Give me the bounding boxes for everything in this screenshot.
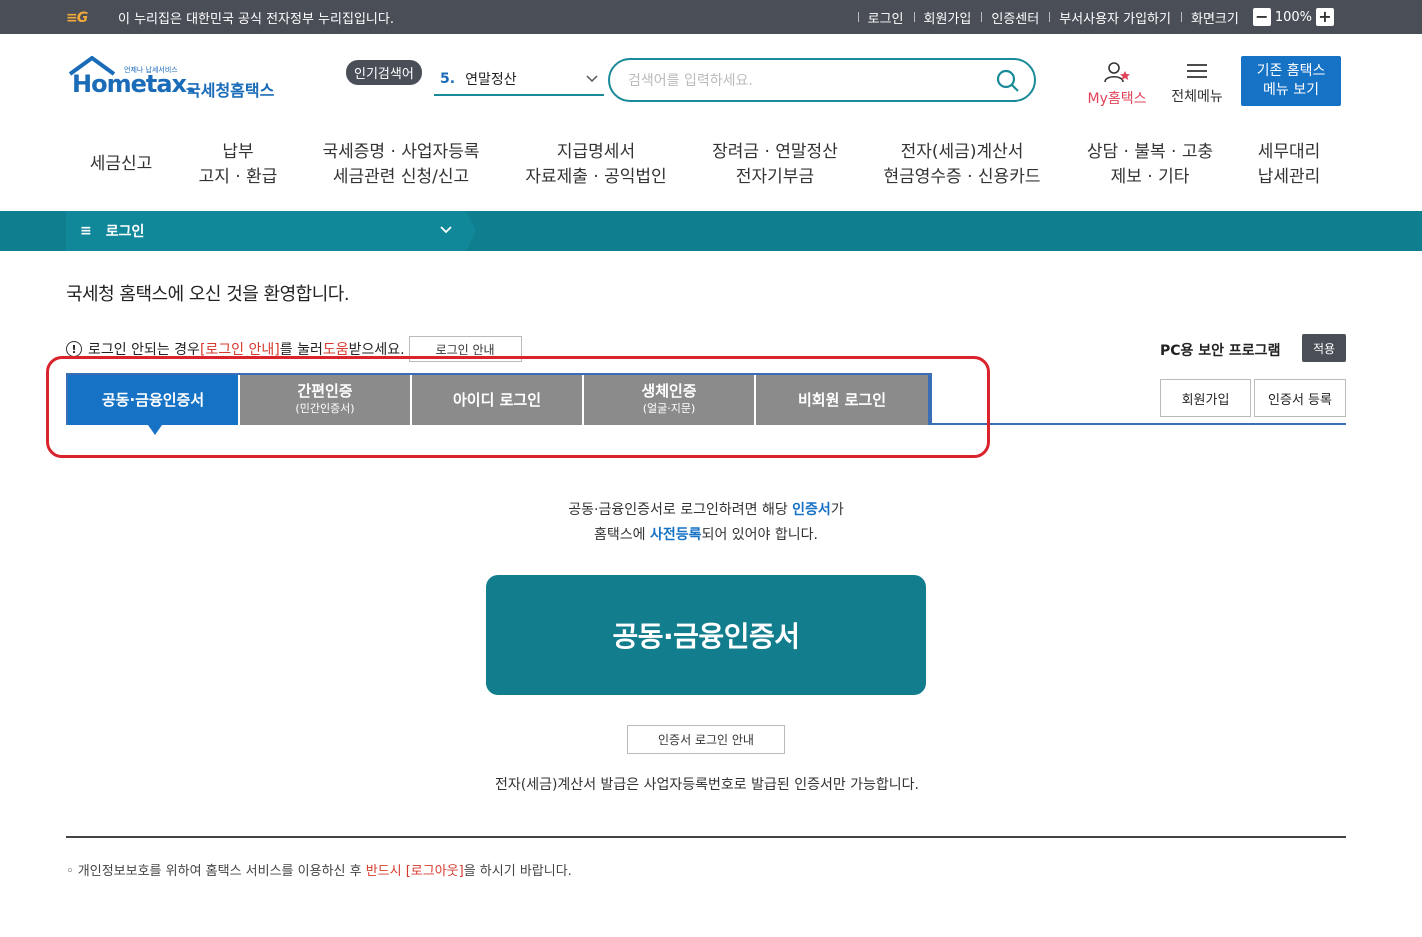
zoom-out-button[interactable]: −	[1252, 8, 1271, 26]
desc-text: 가	[830, 502, 844, 518]
my-hometax-label: My홈택스	[1087, 91, 1147, 107]
gnb-certificate-registration[interactable]: 국세증명 · 사업자등록 세금관련 신청/신고	[316, 140, 486, 190]
desc-text: 되어 있어야 합니다.	[701, 527, 818, 543]
hometax-logo[interactable]: 언제나 납세서비스 Hometax. 국세청홈택스	[66, 56, 286, 106]
zoom-value: 100%	[1274, 9, 1312, 25]
privacy-logout-text: 반드시 [로그아웃]	[365, 864, 464, 879]
location-current-label: 로그인	[105, 224, 145, 240]
popular-term: 연말정산	[465, 72, 517, 88]
popular-search: 인기검색어	[346, 60, 422, 85]
search-icon[interactable]	[996, 69, 1020, 97]
gnb-tax-report[interactable]: 세금신고	[88, 152, 154, 177]
popular-search-badge: 인기검색어	[346, 60, 422, 85]
gnb-item-sublabel: 자료제출 · 공익법인	[525, 167, 667, 187]
joint-financial-cert-login-button[interactable]: 공동·금융인증서	[486, 575, 926, 695]
top-utility-bar: ≡G 이 누리집은 대한민국 공식 전자정부 누리집입니다. 로그인 회원가입 …	[0, 0, 1422, 34]
gnb-item-label: 세무대리	[1257, 142, 1321, 162]
gnb-consultation[interactable]: 상담 · 불복 · 고충 제보 · 기타	[1080, 140, 1220, 190]
gnb-item-label: 장려금 · 연말정산	[712, 142, 838, 162]
gov-notice: ≡G 이 누리집은 대한민국 공식 전자정부 누리집입니다.	[66, 8, 394, 28]
gnb-item-sublabel: 세금관련 신청/신고	[332, 167, 470, 187]
gnb-item-sublabel: 고지 · 환급	[198, 167, 278, 187]
all-menu-label: 전체메뉴	[1171, 89, 1223, 105]
desc-text: 홈택스에	[594, 527, 651, 543]
old-menu-line1: 기존 홈택스	[1256, 63, 1326, 79]
popular-rank: 5.	[440, 71, 456, 87]
zoom-in-button[interactable]: +	[1316, 8, 1334, 26]
all-menu-button[interactable]: 전체메뉴	[1165, 60, 1229, 106]
gnb-item-label: 지급명세서	[556, 142, 636, 162]
util-join-link[interactable]: 회원가입	[913, 8, 982, 27]
gnb-item-sublabel: 납세관리	[1257, 167, 1321, 187]
logo-korean-text: 국세청홈택스	[186, 81, 275, 100]
desc-text: 공동·금융인증서로 로그인하려면 해당	[568, 502, 793, 518]
gnb-item-label: 납부	[222, 142, 254, 162]
gnb-item-sublabel: 현금영수증 · 신용카드	[883, 167, 1041, 187]
chevron-down-icon	[440, 223, 452, 237]
desc-highlight: 사전등록	[650, 527, 702, 543]
tab-underline	[932, 423, 1346, 425]
gnb-payment[interactable]: 납부 고지 · 환급	[188, 140, 288, 190]
hamburger-menu-icon	[1187, 64, 1207, 78]
pc-security-apply-button[interactable]: 적용	[1302, 334, 1346, 362]
gov-notice-text: 이 누리집은 대한민국 공식 전자정부 누리집입니다.	[118, 12, 394, 27]
gnb-item-label: 전자(세금)계산서	[900, 142, 1024, 162]
egov-logo-icon: ≡G	[66, 9, 88, 26]
join-button[interactable]: 회원가입	[1160, 379, 1251, 417]
my-hometax-button[interactable]: My홈택스	[1082, 60, 1152, 108]
gnb-item-label: 상담 · 불복 · 고충	[1086, 142, 1214, 162]
desc-line-1: 공동·금융인증서로 로그인하려면 해당 인증서가	[0, 498, 1412, 523]
location-current-dropdown[interactable]: ≡ 로그인	[66, 211, 476, 251]
red-highlight-box	[46, 356, 990, 458]
cert-login-description: 공동·금융인증서로 로그인하려면 해당 인증서가 홈택스에 사전등록되어 있어야…	[0, 498, 1412, 548]
util-dept-user-join-link[interactable]: 부서사용자 가입하기	[1049, 8, 1181, 27]
logo-home-text: Hometax.	[72, 70, 195, 98]
gnb-item-sublabel: 전자기부금	[735, 167, 815, 187]
global-nav: 세금신고 납부 고지 · 환급 국세증명 · 사업자등록 세금관련 신청/신고 …	[0, 140, 1422, 196]
warning-icon: !	[66, 341, 82, 357]
popular-search-select[interactable]: 5. 연말정산	[434, 64, 604, 96]
search-box	[608, 58, 1036, 102]
divider	[66, 836, 1346, 838]
location-bar: ≡ 로그인	[0, 211, 1422, 251]
pc-security-label: PC용 보안 프로그램	[1160, 343, 1281, 359]
util-cert-center-link[interactable]: 인증센터	[981, 8, 1049, 27]
privacy-text: ◦ 개인정보보호를 위하여 홈택스 서비스를 이용하신 후	[66, 864, 366, 879]
gnb-item-label: 세금신고	[89, 154, 153, 174]
search-input[interactable]	[628, 70, 988, 92]
zoom-control: − 100% +	[1252, 8, 1334, 26]
privacy-notice: ◦ 개인정보보호를 위하여 홈택스 서비스를 이용하신 후 반드시 [로그아웃]…	[66, 860, 572, 879]
util-screen-size-label: 화면크기	[1180, 8, 1249, 27]
chevron-down-icon	[586, 72, 598, 86]
user-star-icon	[1104, 62, 1130, 83]
gnb-payment-statement[interactable]: 지급명세서 자료제출 · 공익법인	[520, 140, 672, 190]
tax-invoice-note: 전자(세금)계산서 발급은 사업자등록번호로 발급된 인증서만 가능합니다.	[494, 777, 920, 793]
logo-home-word: Home	[72, 70, 147, 98]
gnb-incentive-year-end[interactable]: 장려금 · 연말정산 전자기부금	[704, 140, 846, 190]
privacy-text: 을 하시기 바랍니다.	[463, 864, 572, 879]
desc-highlight: 인증서	[792, 502, 831, 518]
old-menu-line2: 메뉴 보기	[1263, 82, 1319, 98]
util-links: 로그인 회원가입 인증센터 부서사용자 가입하기 화면크기 − 100% +	[857, 0, 1422, 34]
gnb-item-label: 국세증명 · 사업자등록	[322, 142, 480, 162]
menu-icon: ≡	[80, 223, 92, 239]
desc-line-2: 홈택스에 사전등록되어 있어야 합니다.	[0, 523, 1412, 548]
util-login-link[interactable]: 로그인	[857, 8, 914, 27]
cert-login-guide-button[interactable]: 인증서 로그인 안내	[627, 725, 785, 754]
cert-register-button[interactable]: 인증서 등록	[1254, 379, 1346, 417]
old-hometax-menu-button[interactable]: 기존 홈택스 메뉴 보기	[1241, 56, 1341, 106]
gnb-electronic-invoice[interactable]: 전자(세금)계산서 현금영수증 · 신용카드	[876, 140, 1048, 190]
gnb-item-sublabel: 제보 · 기타	[1110, 167, 1190, 187]
page-title: 국세청 홈택스에 오신 것을 환영합니다.	[66, 284, 350, 305]
gnb-tax-agent[interactable]: 세무대리 납세관리	[1252, 140, 1326, 190]
